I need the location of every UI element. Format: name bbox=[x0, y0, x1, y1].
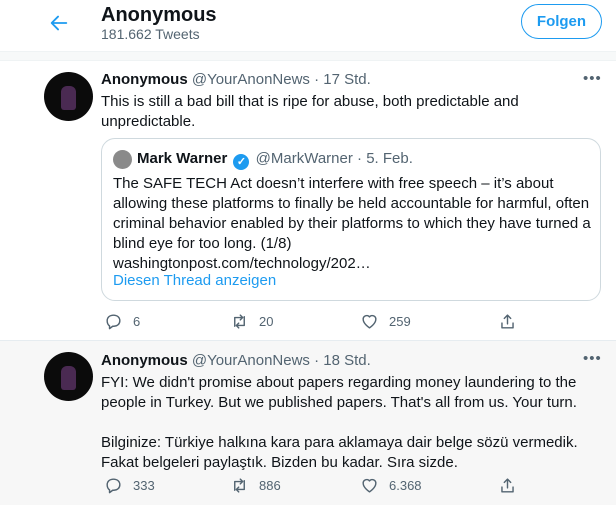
tweet[interactable]: Anonymous @YourAnonNews · 18 Std. ••• FY… bbox=[0, 340, 616, 505]
retweet-button[interactable]: 20 bbox=[230, 309, 273, 333]
quote-author-handle: @MarkWarner bbox=[255, 150, 353, 167]
profile-title: Anonymous bbox=[101, 4, 217, 26]
more-icon[interactable]: ••• bbox=[583, 350, 602, 367]
like-button[interactable]: 259 bbox=[360, 309, 411, 333]
reply-count: 6 bbox=[133, 313, 141, 329]
show-thread-link[interactable]: Diesen Thread anzeigen bbox=[113, 272, 276, 290]
quote-text: The SAFE TECH Act doesn’t interfere with… bbox=[113, 174, 591, 274]
like-count: 259 bbox=[389, 313, 411, 329]
tweet-meta: Anonymous @YourAnonNews · 18 Std. bbox=[101, 352, 371, 370]
author-name[interactable]: Anonymous bbox=[101, 71, 188, 88]
share-icon bbox=[501, 477, 514, 493]
profile-header: Anonymous 181.662 Tweets Folgen bbox=[0, 0, 616, 50]
meta-separator: · bbox=[314, 71, 320, 88]
share-button[interactable] bbox=[498, 473, 517, 497]
share-icon bbox=[501, 313, 514, 329]
author-handle[interactable]: @YourAnonNews bbox=[192, 71, 310, 88]
avatar[interactable] bbox=[44, 72, 93, 121]
author-name[interactable]: Anonymous bbox=[101, 352, 188, 369]
heart-icon bbox=[362, 314, 377, 329]
verified-badge-icon: ✓ bbox=[233, 154, 250, 170]
tweet-count: 181.662 Tweets bbox=[101, 26, 200, 42]
reply-button[interactable]: 333 bbox=[104, 473, 155, 497]
reply-count: 333 bbox=[133, 477, 155, 493]
quote-link[interactable]: washingtonpost.com/technology/202… bbox=[113, 255, 371, 272]
retweet-button[interactable]: 886 bbox=[230, 473, 281, 497]
quote-time: 5. Feb. bbox=[366, 150, 413, 167]
tweet-meta: Anonymous @YourAnonNews · 17 Std. bbox=[101, 71, 371, 89]
more-icon[interactable]: ••• bbox=[583, 70, 602, 87]
tweet-actions: 333 886 6.368 bbox=[101, 473, 531, 497]
heart-icon bbox=[362, 478, 377, 493]
quote-avatar bbox=[113, 150, 132, 169]
reply-icon bbox=[106, 313, 121, 329]
tweet-time[interactable]: 18 Std. bbox=[323, 352, 371, 369]
tweet-text: FYI: We didn't promise about papers rega… bbox=[101, 373, 606, 473]
reply-icon bbox=[106, 477, 121, 493]
header-divider bbox=[0, 51, 616, 61]
retweet-count: 20 bbox=[259, 313, 274, 329]
retweet-icon bbox=[234, 313, 245, 329]
like-button[interactable]: 6.368 bbox=[360, 473, 422, 497]
retweet-icon bbox=[234, 477, 245, 493]
tweet-paragraph: FYI: We didn't promise about papers rega… bbox=[101, 374, 577, 411]
back-arrow-icon[interactable] bbox=[48, 12, 70, 34]
reply-button[interactable]: 6 bbox=[104, 309, 140, 333]
tweet-paragraph: Bilginize: Türkiye halkına kara para akl… bbox=[101, 434, 578, 471]
follow-button[interactable]: Folgen bbox=[521, 4, 602, 39]
author-handle[interactable]: @YourAnonNews bbox=[192, 352, 310, 369]
quote-body: The SAFE TECH Act doesn’t interfere with… bbox=[113, 175, 591, 252]
meta-separator: · bbox=[314, 352, 320, 369]
tweet-actions: 6 20 259 bbox=[101, 309, 531, 333]
retweet-count: 886 bbox=[259, 477, 281, 493]
tweet[interactable]: Anonymous @YourAnonNews · 17 Std. ••• Th… bbox=[0, 62, 616, 339]
quoted-tweet[interactable]: Mark Warner ✓ @MarkWarner · 5. Feb. The … bbox=[101, 138, 601, 301]
tweet-text: This is still a bad bill that is ripe fo… bbox=[101, 93, 519, 130]
quote-meta: Mark Warner ✓ @MarkWarner · 5. Feb. bbox=[137, 150, 413, 170]
avatar[interactable] bbox=[44, 352, 93, 401]
tweet-time[interactable]: 17 Std. bbox=[323, 71, 371, 88]
like-count: 6.368 bbox=[389, 477, 422, 493]
share-button[interactable] bbox=[498, 309, 517, 333]
quote-author-name: Mark Warner bbox=[137, 150, 228, 167]
meta-separator: · bbox=[357, 150, 363, 167]
